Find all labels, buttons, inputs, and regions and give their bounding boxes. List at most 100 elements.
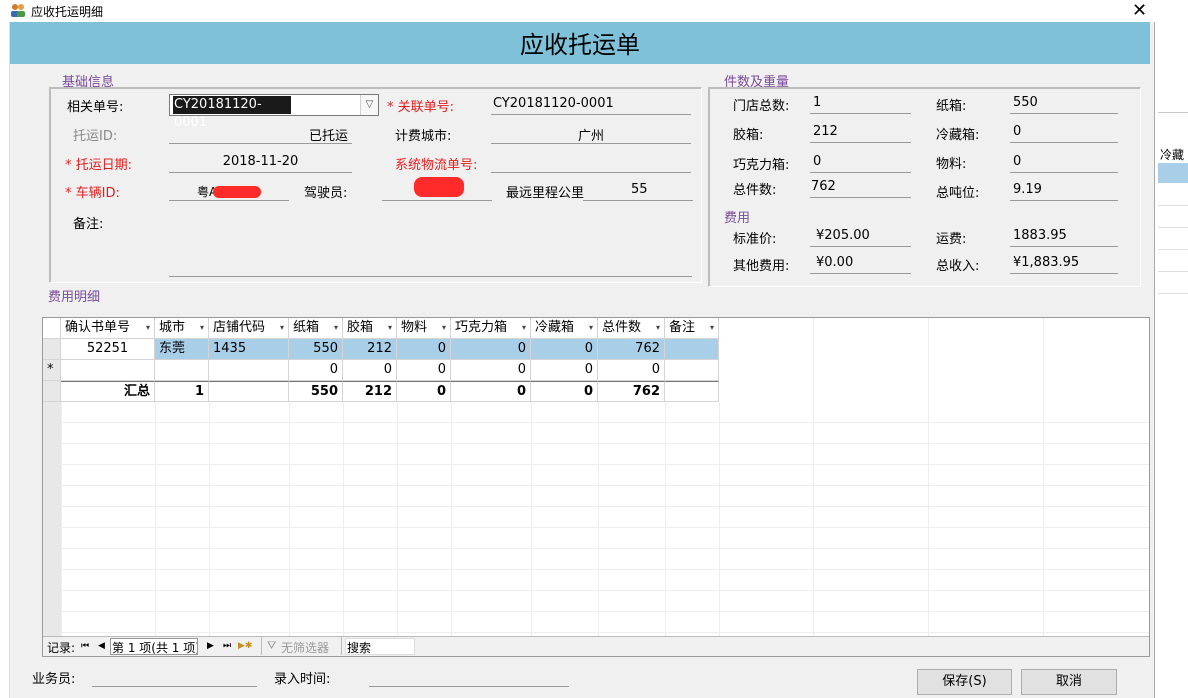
table-cell[interactable]: 0 — [289, 360, 343, 381]
cold-label: 冷藏箱: — [936, 128, 980, 143]
column-header-label: 店铺代码 — [213, 320, 266, 335]
table-cell[interactable]: 762 — [598, 339, 665, 360]
max-km-field[interactable]: 55 — [583, 182, 693, 201]
ship-id-field[interactable]: 已托运 — [169, 125, 352, 144]
total-cell: 762 — [598, 381, 665, 402]
column-header[interactable]: 纸箱 ▾ — [289, 318, 343, 339]
row-selector[interactable]: * — [43, 360, 61, 381]
column-header[interactable]: 巧克力箱 ▾ — [451, 318, 531, 339]
sort-dropdown-icon[interactable]: ▾ — [280, 318, 284, 338]
sort-dropdown-icon[interactable]: ▾ — [146, 318, 150, 338]
table-cell[interactable] — [665, 339, 719, 360]
remark-field[interactable] — [169, 258, 692, 277]
table-cell[interactable]: 0 — [397, 360, 451, 381]
save-button[interactable]: 保存(S) — [917, 669, 1012, 695]
cold-field[interactable]: 0 — [1010, 124, 1118, 143]
row-selector[interactable] — [43, 381, 61, 402]
total-cell — [209, 381, 289, 402]
last-record-icon[interactable]: ⏭ — [223, 641, 231, 651]
table-cell[interactable] — [665, 360, 719, 381]
table-cell[interactable]: 52251 — [61, 339, 155, 360]
billing-city-field[interactable]: 广州 — [491, 125, 691, 144]
column-header-label: 确认书单号 — [65, 320, 131, 335]
related-no-value[interactable]: CY20181120-0001 — [173, 96, 291, 130]
other-fee-field[interactable]: ¥0.00 — [810, 255, 911, 274]
column-header[interactable]: 物料 ▾ — [397, 318, 451, 339]
search-box[interactable]: 搜索 — [345, 638, 415, 655]
table-cell[interactable]: 0 — [397, 339, 451, 360]
sort-dropdown-icon[interactable]: ▾ — [656, 318, 660, 338]
sort-dropdown-icon[interactable]: ▾ — [388, 318, 392, 338]
linked-no-label: * 关联单号: — [387, 100, 455, 115]
table-cell[interactable]: 0 — [598, 360, 665, 381]
table-cell[interactable]: 212 — [343, 339, 397, 360]
table-cell[interactable]: 0 — [451, 339, 531, 360]
column-header[interactable]: 备注 ▾ — [665, 318, 719, 339]
prev-record-icon[interactable]: ◀ — [98, 641, 105, 651]
ship-date-field[interactable]: 2018-11-20 — [169, 154, 352, 173]
next-record-icon[interactable]: ▶ — [207, 641, 214, 651]
table-cell[interactable]: 0 — [531, 360, 598, 381]
entry-time-field[interactable] — [369, 668, 569, 687]
detail-datasheet[interactable]: * 确认书单号 ▾ 城市 ▾ 店铺代码 ▾ 纸箱 ▾ 胶箱 ▾ 物料 ▾ 巧克力箱 ▾ 冷藏箱 ▾ 总件数 ▾ 备注 ▾… — [42, 317, 1150, 657]
first-record-icon[interactable]: ⏮ — [81, 641, 89, 651]
table-cell[interactable]: 0 — [531, 339, 598, 360]
std-price-field[interactable]: ¥205.00 — [810, 228, 911, 247]
column-header[interactable]: 城市 ▾ — [155, 318, 209, 339]
related-no-label: 相关单号: — [67, 100, 124, 115]
table-cell[interactable] — [155, 360, 209, 381]
logistics-no-field[interactable] — [491, 154, 691, 173]
sort-dropdown-icon[interactable]: ▾ — [589, 318, 593, 338]
table-cell[interactable] — [61, 360, 155, 381]
std-price-label: 标准价: — [733, 232, 777, 247]
fees-section-title: 费用 — [724, 211, 751, 226]
choco-field[interactable]: 0 — [810, 154, 911, 173]
new-record-icon[interactable]: ▶✱ — [238, 641, 252, 651]
chevron-down-icon[interactable]: ▽ — [360, 95, 378, 115]
table-cell[interactable]: 东莞 — [155, 339, 209, 360]
salesman-field[interactable] — [92, 668, 257, 687]
no-filter-button[interactable]: 无筛选器 — [281, 639, 329, 656]
table-cell[interactable]: 0 — [451, 360, 531, 381]
record-position-field[interactable]: 第 1 项(共 1 项) — [110, 638, 198, 655]
close-icon[interactable]: ✕ — [1132, 0, 1147, 22]
freight-label: 运费: — [936, 232, 967, 247]
column-header[interactable]: 冷藏箱 ▾ — [531, 318, 598, 339]
sort-dropdown-icon[interactable]: ▾ — [522, 318, 526, 338]
column-header[interactable]: 总件数 ▾ — [598, 318, 665, 339]
title-bar: 应收托运明细 ✕ — [0, 0, 1155, 22]
rubber-field[interactable]: 212 — [810, 124, 911, 143]
redaction-mark — [414, 177, 464, 197]
record-navigator: 记录: ⏮ ◀ 第 1 项(共 1 项) ▶ ⏭ ▶✱ ⛛ 无筛选器 搜索 — [43, 636, 1149, 656]
total-ton-field[interactable]: 9.19 — [1010, 182, 1118, 201]
users-icon — [11, 4, 25, 17]
choco-label: 巧克力箱: — [733, 158, 790, 173]
ship-date-label: * 托运日期: — [65, 158, 133, 173]
table-cell[interactable]: 0 — [343, 360, 397, 381]
related-no-combo[interactable]: CY20181120-0001 ▽ — [169, 94, 379, 130]
detail-section-title: 费用明细 — [48, 290, 101, 305]
total-income-field[interactable]: ¥1,883.95 — [1010, 255, 1118, 274]
column-header[interactable]: 店铺代码 ▾ — [209, 318, 289, 339]
table-cell[interactable]: 1435 — [209, 339, 289, 360]
linked-no-field[interactable]: CY20181120-0001 — [491, 96, 691, 115]
rubber-label: 胶箱: — [733, 128, 764, 143]
sort-dropdown-icon[interactable]: ▾ — [200, 318, 204, 338]
row-selector[interactable] — [43, 339, 61, 360]
sort-dropdown-icon[interactable]: ▾ — [334, 318, 338, 338]
cancel-button[interactable]: 取消 — [1021, 669, 1117, 695]
store-total-field[interactable]: 1 — [810, 95, 911, 114]
sort-dropdown-icon[interactable]: ▾ — [710, 318, 714, 338]
table-cell[interactable] — [209, 360, 289, 381]
freight-field[interactable]: 1883.95 — [1010, 228, 1118, 247]
sort-dropdown-icon[interactable]: ▾ — [442, 318, 446, 338]
table-cell[interactable]: 550 — [289, 339, 343, 360]
total-label: 汇总 — [61, 381, 155, 402]
material-field[interactable]: 0 — [1010, 154, 1118, 173]
column-header[interactable]: 确认书单号 ▾ — [61, 318, 155, 339]
entry-time-label: 录入时间: — [274, 672, 331, 687]
total-pcs-field[interactable]: 762 — [810, 179, 911, 198]
row-selector[interactable] — [43, 318, 61, 339]
column-header[interactable]: 胶箱 ▾ — [343, 318, 397, 339]
carton-field[interactable]: 550 — [1010, 95, 1118, 114]
